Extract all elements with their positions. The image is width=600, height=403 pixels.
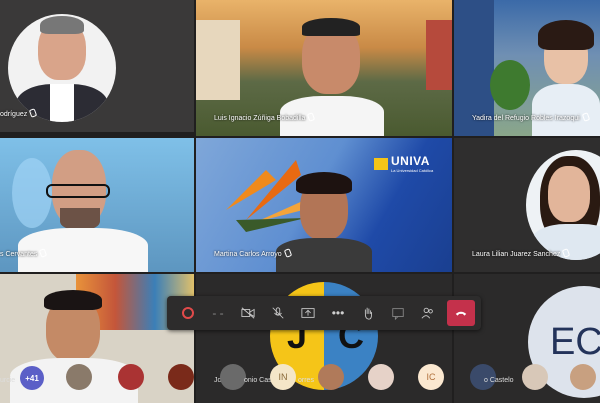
participant-name: Yadira del Refugio Robles Irazoqui [472,112,590,122]
avatar[interactable] [522,364,548,390]
avatar[interactable] [570,364,596,390]
more-options-icon[interactable]: ••• [323,298,353,328]
mic-muted-icon [29,108,38,118]
mic-muted-icon [581,112,590,122]
avatar [526,150,600,260]
avatar[interactable] [118,364,144,390]
meeting-toolbar: - - ••• [167,296,481,330]
participant-name: Laura Lilian Juarez Sanchez [472,248,571,258]
video-tile-4[interactable]: s Cervantes [0,138,194,272]
initials-avatar[interactable]: IN [270,364,296,390]
avatar[interactable] [368,364,394,390]
participant-name: Luis Ignacio Zúñiga Bobadilla [214,112,316,122]
share-screen-icon[interactable] [293,298,323,328]
video-tile-3[interactable]: Yadira del Refugio Robles Irazoqui [454,0,600,136]
avatar[interactable] [66,364,92,390]
initials-avatar[interactable]: IC [418,364,444,390]
gallery-name: o Castelo [484,377,514,384]
mic-muted-icon [283,248,292,258]
mic-off-icon[interactable] [263,298,293,328]
avatar[interactable] [220,364,246,390]
video-tile-1[interactable]: odríguez [0,0,194,132]
video-tile-5[interactable]: UNIVA La Universidad Católica Martina Ca… [196,138,452,272]
mic-muted-icon [39,248,48,258]
record-indicator-icon[interactable] [173,298,203,328]
video-tile-6[interactable]: Laura Lilian Juarez Sanchez [454,138,600,272]
timer-icon: - - [212,306,224,320]
avatar[interactable] [318,364,344,390]
overflow-count[interactable]: +41 [20,366,44,390]
participant-name: s Cervantes [0,248,48,258]
gallery-name: onio Cas [244,377,272,384]
camera-off-icon[interactable] [233,298,263,328]
mic-muted-icon [562,248,571,258]
gallery-name: urcie [0,377,16,384]
chat-icon[interactable] [383,298,413,328]
hang-up-button[interactable] [447,300,475,326]
avatar[interactable] [168,364,194,390]
raise-hand-icon[interactable] [353,298,383,328]
gallery-name: orres [298,377,314,384]
participant-name: Martina Carlos Arroyo [214,248,292,258]
avatar [8,14,116,122]
video-tile-2[interactable]: Luis Ignacio Zúñiga Bobadilla [196,0,452,136]
mic-muted-icon [307,112,316,122]
univa-logo: UNIVA La Universidad Católica [374,154,433,173]
participant-name: odríguez [0,108,38,118]
participants-icon[interactable] [413,298,443,328]
